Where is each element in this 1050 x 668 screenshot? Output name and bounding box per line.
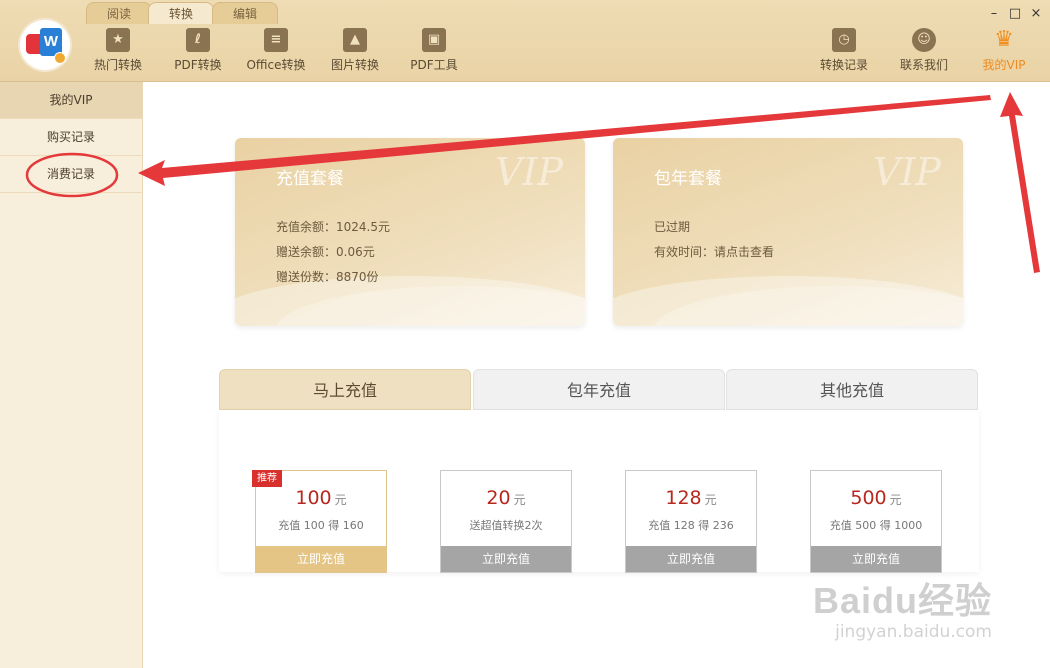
app-window: W 阅读 转换 编辑 ★ 热门转换 ℓ PDF转换 ≡ Office转换 ▲ 图… [0,0,1050,668]
baidu-watermark: Baidu经验 [812,580,992,621]
baidu-watermark-url: jingyan.baidu.com [835,622,992,642]
arrow-to-consumption-records [138,95,991,186]
highlight-circle [25,152,119,198]
tutorial-annotation-overlay [25,92,1040,273]
arrow-to-my-vip [1000,92,1040,273]
